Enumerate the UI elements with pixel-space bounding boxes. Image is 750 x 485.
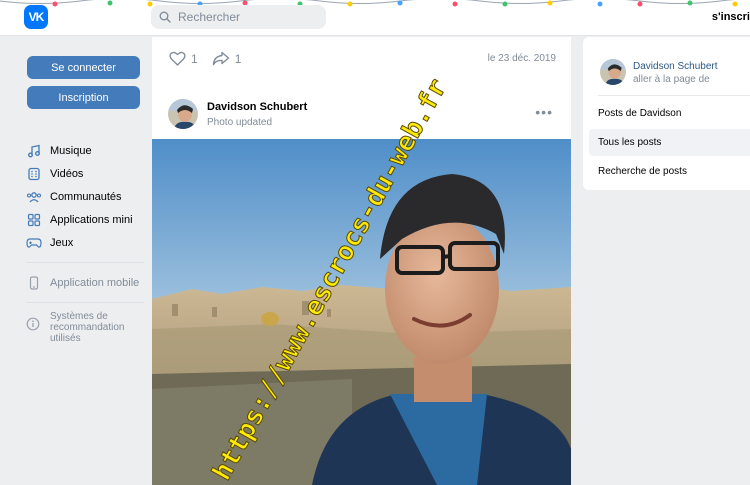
like-button[interactable]: 1 bbox=[169, 51, 198, 66]
heart-icon bbox=[169, 51, 186, 66]
nav-item-music[interactable]: Musique bbox=[26, 139, 144, 162]
sidebar-author-name[interactable]: Davidson Schubert bbox=[633, 61, 718, 72]
nav-item-communities[interactable]: Communautés bbox=[26, 185, 144, 208]
sidebar-item-author-posts[interactable]: Posts de Davidson bbox=[589, 100, 750, 127]
search-placeholder: Rechercher bbox=[178, 10, 241, 24]
phone-icon bbox=[26, 275, 42, 291]
recommend-label: Systèmes de recommandation utilisés bbox=[50, 311, 125, 344]
nav-divider bbox=[26, 262, 144, 263]
post-date[interactable]: le 23 déc. 2019 bbox=[488, 53, 556, 64]
music-note-icon bbox=[26, 143, 42, 159]
nav-item-videos[interactable]: Vidéos bbox=[26, 162, 144, 185]
sidebar-divider bbox=[598, 95, 750, 96]
share-button[interactable]: 1 bbox=[212, 51, 242, 66]
share-count: 1 bbox=[234, 51, 242, 66]
author-sidebar-card: Davidson Schubert aller à la page de Pos… bbox=[583, 37, 750, 190]
nav-item-recommendation-systems[interactable]: Systèmes de recommandation utilisés bbox=[26, 311, 144, 344]
more-options-icon[interactable]: ••• bbox=[535, 104, 553, 120]
video-icon bbox=[26, 166, 42, 182]
nav-item-mini-apps[interactable]: Applications mini bbox=[26, 208, 144, 231]
avatar[interactable] bbox=[168, 99, 198, 129]
share-arrow-icon bbox=[212, 51, 229, 66]
sidebar-go-to-page[interactable]: aller à la page de bbox=[633, 74, 710, 85]
gamepad-icon bbox=[26, 235, 42, 251]
search-input[interactable]: Rechercher bbox=[151, 5, 326, 29]
sidebar-item-search-posts[interactable]: Recherche de posts bbox=[589, 158, 750, 185]
avatar[interactable] bbox=[600, 59, 626, 85]
apps-grid-icon bbox=[26, 212, 42, 228]
holiday-garland-decoration bbox=[0, 0, 738, 7]
search-icon bbox=[159, 11, 171, 23]
top-header: VK Rechercher s'inscri bbox=[0, 0, 750, 36]
nav-label: Vidéos bbox=[50, 167, 84, 180]
post-card: 1 1 le 23 déc. 2019 Davidson Schubert Ph… bbox=[152, 37, 571, 485]
nav-label: Applications mini bbox=[50, 213, 133, 226]
nav-label: Musique bbox=[50, 144, 92, 157]
nav-item-games[interactable]: Jeux bbox=[26, 231, 144, 254]
post-author-subtitle: Photo updated bbox=[207, 117, 273, 128]
nav-divider bbox=[26, 302, 144, 303]
post-actions: 1 1 bbox=[169, 51, 255, 66]
nav-label: Jeux bbox=[50, 236, 74, 249]
nav-label: Communautés bbox=[50, 190, 122, 203]
nav-item-mobile-app[interactable]: Application mobile bbox=[26, 271, 144, 294]
post-author-name[interactable]: Davidson Schubert bbox=[207, 101, 307, 113]
sidebar-item-all-posts[interactable]: Tous les posts bbox=[589, 129, 750, 156]
communities-icon bbox=[26, 189, 42, 205]
login-button[interactable]: Se connecter bbox=[27, 56, 140, 79]
nav-label: Application mobile bbox=[50, 276, 140, 289]
register-button[interactable]: Inscription bbox=[27, 86, 140, 109]
left-nav: Musique Vidéos Communautés Applications … bbox=[26, 139, 144, 344]
signup-link[interactable]: s'inscri bbox=[712, 11, 750, 23]
like-count: 1 bbox=[191, 51, 198, 66]
info-icon bbox=[26, 317, 42, 333]
vk-logo[interactable]: VK bbox=[24, 5, 48, 29]
